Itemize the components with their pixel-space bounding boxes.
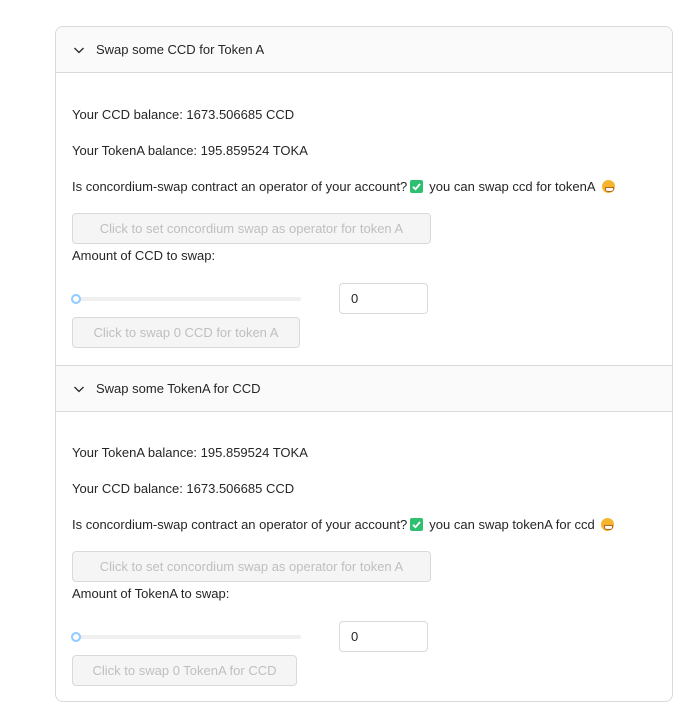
chevron-down-icon[interactable] bbox=[73, 44, 85, 56]
panel-header-tokena-to-ccd[interactable]: Swap some TokenA for CCD bbox=[56, 365, 672, 412]
check-box-icon bbox=[410, 518, 424, 531]
slider-handle[interactable] bbox=[71, 632, 81, 642]
operator-status-text: you can swap tokenA for ccd bbox=[429, 517, 595, 532]
grinning-face-icon bbox=[601, 180, 615, 193]
operator-status-line: Is concordium-swap contract an operator … bbox=[72, 517, 614, 532]
panel-title: Swap some TokenA for CCD bbox=[96, 381, 261, 396]
amount-slider[interactable] bbox=[76, 297, 301, 301]
operator-question: Is concordium-swap contract an operator … bbox=[72, 179, 408, 194]
operator-status-line: Is concordium-swap contract an operator … bbox=[72, 179, 615, 194]
slider-handle[interactable] bbox=[71, 294, 81, 304]
chevron-down-icon[interactable] bbox=[73, 383, 85, 395]
amount-slider[interactable] bbox=[76, 635, 301, 639]
tokena-balance-text: Your TokenA balance: 195.859524 TOKA bbox=[72, 445, 308, 460]
ccd-balance-text: Your CCD balance: 1673.506685 CCD bbox=[72, 481, 295, 496]
amount-label: Amount of TokenA to swap: bbox=[72, 586, 230, 601]
operator-question: Is concordium-swap contract an operator … bbox=[72, 517, 408, 532]
operator-status-text: you can swap ccd for tokenA bbox=[429, 179, 596, 194]
set-operator-button[interactable]: Click to set concordium swap as operator… bbox=[72, 551, 431, 582]
swap-button[interactable]: Click to swap 0 CCD for token A bbox=[72, 317, 300, 348]
amount-input[interactable] bbox=[339, 283, 428, 314]
tokena-balance-text: Your TokenA balance: 195.859524 TOKA bbox=[72, 143, 308, 158]
set-operator-button[interactable]: Click to set concordium swap as operator… bbox=[72, 213, 431, 244]
ccd-balance-text: Your CCD balance: 1673.506685 CCD bbox=[72, 107, 295, 122]
panel-title: Swap some CCD for Token A bbox=[96, 42, 265, 57]
grinning-face-icon bbox=[600, 518, 614, 531]
panel-header-ccd-to-tokena[interactable]: Swap some CCD for Token A bbox=[56, 27, 672, 73]
swap-button[interactable]: Click to swap 0 TokenA for CCD bbox=[72, 655, 297, 686]
amount-label: Amount of CCD to swap: bbox=[72, 248, 216, 263]
amount-input[interactable] bbox=[339, 621, 428, 652]
check-box-icon bbox=[410, 180, 424, 193]
swap-collapse: Swap some CCD for Token A Your CCD balan… bbox=[55, 26, 673, 702]
